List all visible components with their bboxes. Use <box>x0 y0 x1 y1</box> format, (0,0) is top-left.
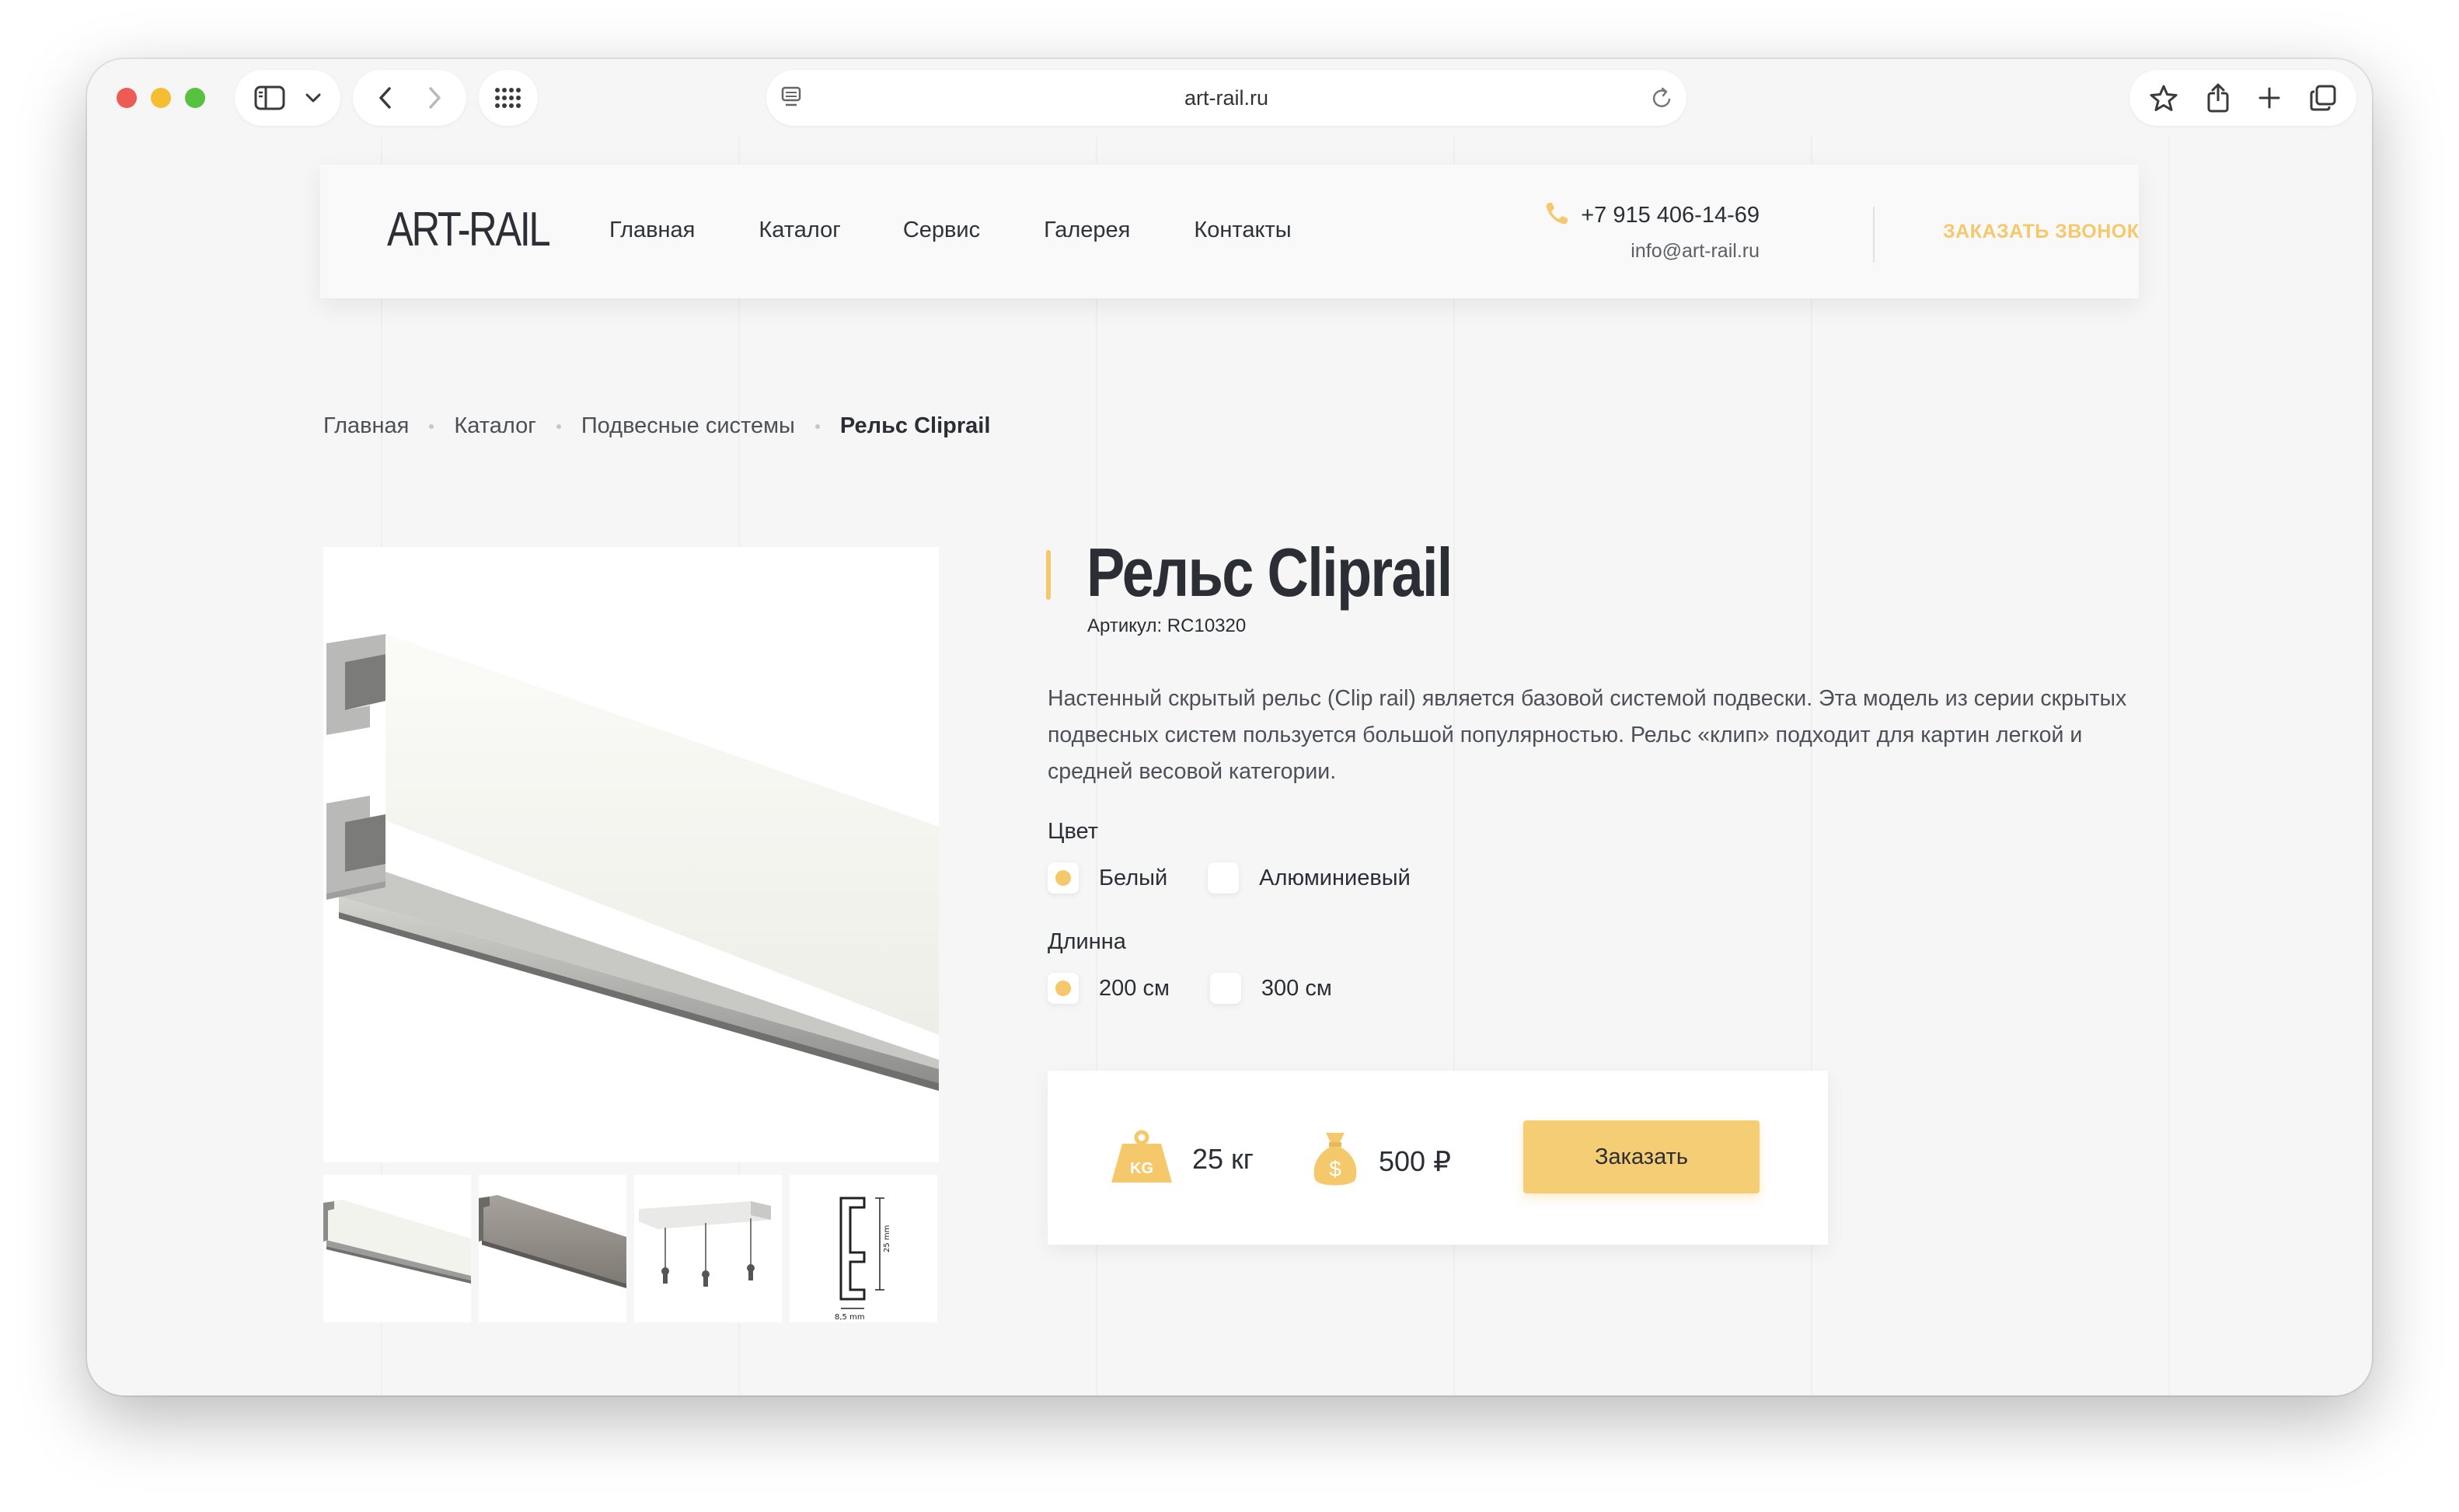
title-accent-bar <box>1046 550 1051 600</box>
url-text: art-rail.ru <box>1184 85 1268 110</box>
site-logo[interactable]: ART-RAIL <box>387 202 551 257</box>
breadcrumb-separator <box>814 423 820 429</box>
header-divider <box>1873 207 1875 263</box>
color-option-label: Белый <box>1099 865 1168 890</box>
nav-catalog[interactable]: Каталог <box>759 218 840 243</box>
length-option-label: 200 см <box>1099 975 1170 1001</box>
grid-line <box>2168 137 2170 1395</box>
length-options: 200 см 300 см <box>1048 973 1332 1004</box>
length-option-label: 300 см <box>1261 975 1332 1001</box>
header-contacts: +7 915 406-14-69 info@art-rail.ru <box>1543 200 1760 263</box>
radio-200[interactable] <box>1048 973 1079 1004</box>
radio-white[interactable] <box>1048 862 1079 894</box>
thumbnail-white-rail[interactable] <box>323 1175 471 1322</box>
reload-icon[interactable] <box>1651 85 1674 116</box>
order-button[interactable]: Заказать <box>1523 1120 1760 1193</box>
product-description: Настенный скрытый рельс (Clip rail) явля… <box>1048 686 2127 784</box>
maximize-window-button[interactable] <box>185 88 205 108</box>
grid-icon <box>494 87 522 109</box>
chevron-down-icon[interactable] <box>305 92 322 103</box>
phone-number[interactable]: +7 915 406-14-69 <box>1581 203 1760 228</box>
new-tab-icon[interactable] <box>2257 85 2282 110</box>
email-address[interactable]: info@art-rail.ru <box>1543 240 1760 263</box>
breadcrumb-catalog[interactable]: Каталог <box>454 413 535 439</box>
purchase-panel: KG 25 кг $ 500 ₽ Заказать <box>1048 1071 1828 1245</box>
forward-icon[interactable] <box>427 85 442 110</box>
breadcrumb: Главная Каталог Подвесные системы Рельс … <box>323 413 990 439</box>
back-icon[interactable] <box>378 85 393 110</box>
product-thumbnails: 25 mm 8,5 mm <box>323 1175 937 1322</box>
request-callback-button[interactable]: ЗАКАЗАТЬ ЗВОНОК <box>1943 221 2139 243</box>
nav-contacts[interactable]: Контакты <box>1194 218 1291 243</box>
color-label: Цвет <box>1048 819 1098 844</box>
length-option-200[interactable]: 200 см <box>1048 973 1170 1004</box>
bookmark-star-icon[interactable] <box>2149 84 2178 112</box>
money-bag-icon: $ <box>1310 1130 1360 1193</box>
history-nav <box>353 70 466 126</box>
nav-service[interactable]: Сервис <box>903 218 980 243</box>
tabs-icon[interactable] <box>2309 84 2337 112</box>
breadcrumb-separator <box>429 423 434 429</box>
length-option-300[interactable]: 300 см <box>1209 973 1332 1004</box>
weight-icon: KG <box>1110 1130 1174 1188</box>
drawing-width-label: 8,5 mm <box>835 1313 865 1322</box>
product-title: Рельс Cliprail <box>1086 534 1453 611</box>
reader-mode-icon[interactable] <box>780 85 802 116</box>
product-price: 500 ₽ <box>1379 1144 1451 1177</box>
site-header: ART-RAIL Главная Каталог Сервис Галерея … <box>320 165 2139 298</box>
main-nav: Главная Каталог Сервис Галерея Контакты <box>609 218 1292 243</box>
product-weight: 25 кг <box>1192 1142 1254 1175</box>
close-window-button[interactable] <box>117 88 137 108</box>
product-main-image[interactable] <box>323 547 939 1162</box>
browser-toolbar: art-rail.ru <box>87 59 2372 137</box>
nav-home[interactable]: Главная <box>609 218 695 243</box>
color-option-white[interactable]: Белый <box>1048 862 1167 894</box>
sidebar-toggle[interactable] <box>235 70 340 126</box>
breadcrumb-separator <box>556 423 561 429</box>
weight-icon-text: KG <box>1130 1160 1153 1177</box>
breadcrumb-current: Рельс Cliprail <box>839 413 991 438</box>
price-info: $ 500 ₽ <box>1310 1130 1451 1193</box>
address-bar[interactable]: art-rail.ru <box>766 70 1686 126</box>
thumbnail-profile-drawing[interactable]: 25 mm 8,5 mm <box>790 1175 937 1322</box>
breadcrumb-category[interactable]: Подвесные системы <box>581 413 795 439</box>
color-option-aluminium[interactable]: Алюминиевый <box>1208 862 1411 894</box>
thumbnail-hanging-kit[interactable] <box>634 1175 782 1322</box>
weight-info: KG 25 кг <box>1110 1130 1254 1188</box>
breadcrumb-home[interactable]: Главная <box>323 413 409 439</box>
color-option-label: Алюминиевый <box>1259 865 1411 890</box>
color-options: Белый Алюминиевый <box>1048 862 1411 894</box>
browser-window: art-rail.ru ART-RAIL Главная Каталог Сер… <box>87 59 2372 1395</box>
sidebar-icon <box>254 85 285 110</box>
toolbar-actions <box>2129 70 2356 126</box>
phone-icon <box>1543 200 1570 231</box>
share-icon[interactable] <box>2206 82 2231 113</box>
length-label: Длинна <box>1048 929 1126 954</box>
price-icon-text: $ <box>1329 1157 1341 1181</box>
thumbnail-aluminium-rail[interactable] <box>479 1175 626 1322</box>
minimize-window-button[interactable] <box>151 88 171 108</box>
product-sku: Артикул: RC10320 <box>1087 615 1247 636</box>
tab-overview-button[interactable] <box>479 70 538 126</box>
radio-300[interactable] <box>1209 973 1241 1004</box>
radio-aluminium[interactable] <box>1208 862 1240 894</box>
drawing-height-label: 25 mm <box>883 1225 891 1252</box>
nav-gallery[interactable]: Галерея <box>1044 218 1130 243</box>
